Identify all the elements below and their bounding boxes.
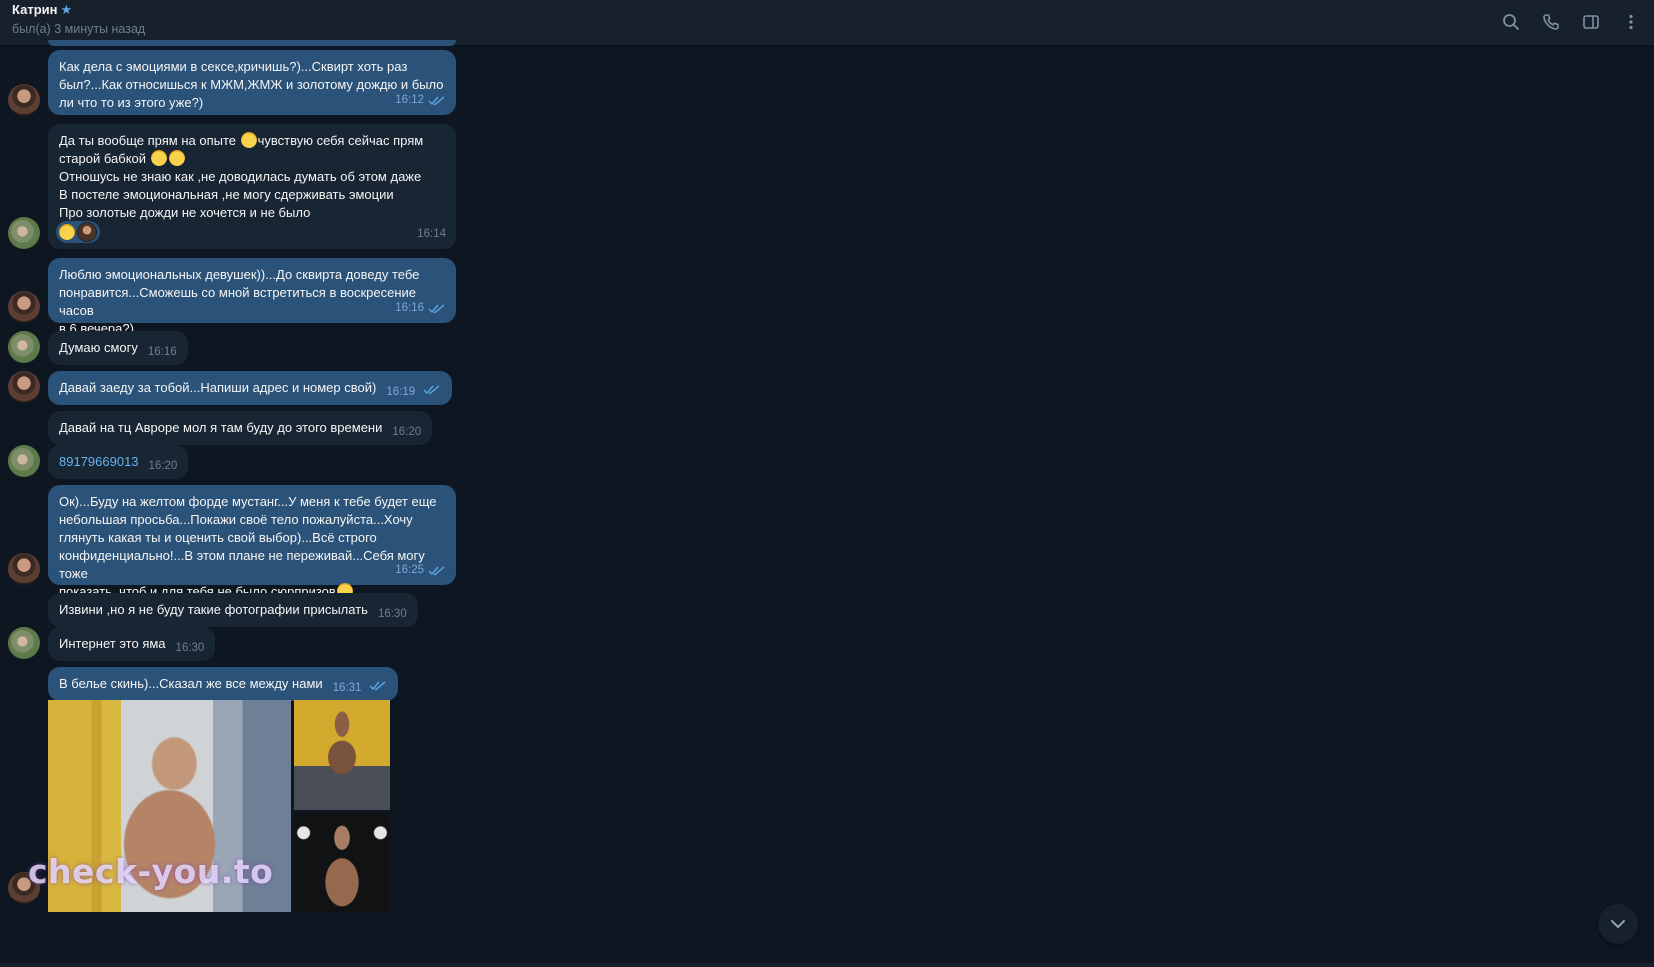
message-time: 16:20	[148, 460, 178, 472]
message-incoming[interactable]: Да ты вообще прям на опыте чувствую себя…	[48, 124, 456, 249]
message-text: Давай на тц Авроре мол я там буду до это…	[59, 420, 383, 435]
message-text: Давай заеду за тобой...Напиши адрес и но…	[59, 380, 377, 395]
message-meta: 16:25	[395, 561, 446, 579]
message-meta: 16:12	[395, 91, 446, 109]
previous-message-edge	[48, 40, 456, 46]
message-text: Да ты вообще прям на опыте чувствую себя…	[59, 132, 445, 222]
chevron-down-icon	[1611, 920, 1625, 928]
message-time: 16:25	[395, 564, 424, 576]
message-time: 16:31	[332, 682, 362, 694]
message-text: Думаю смогу	[59, 340, 138, 355]
search-icon[interactable]	[1498, 9, 1524, 35]
album-photo[interactable]	[294, 813, 390, 912]
avatar[interactable]	[8, 627, 40, 659]
double-check-icon	[428, 565, 445, 575]
contact-name[interactable]: Катрин	[12, 2, 57, 17]
avatar[interactable]	[8, 445, 40, 477]
double-check-icon	[423, 385, 440, 395]
message-outgoing[interactable]: Ок)...Буду на желтом форде мустанг...У м…	[48, 485, 456, 599]
double-check-icon	[428, 95, 445, 105]
message-reactions[interactable]	[56, 221, 100, 243]
message-time: 16:12	[395, 94, 424, 106]
composer-edge	[0, 963, 1654, 967]
reaction-avatar	[77, 222, 97, 242]
double-check-icon	[369, 681, 386, 691]
message-time: 16:20	[392, 426, 422, 438]
reaction-emoji-icon	[59, 224, 75, 240]
chat-title[interactable]: Катрин ★	[12, 2, 72, 18]
message-meta: 16:16	[395, 299, 446, 317]
last-seen-status: был(а) 3 минуты назад	[12, 22, 146, 36]
message-incoming[interactable]: Интернет это яма 16:30	[48, 627, 216, 661]
message-incoming[interactable]: Думаю смогу 16:16	[48, 331, 188, 365]
grin-emoji-icon	[240, 132, 257, 148]
phone-number-link[interactable]: 89179669013	[59, 454, 139, 469]
message-incoming[interactable]: Извини ,но я не буду такие фотографии пр…	[48, 593, 418, 627]
message-text: Люблю эмоциональных девушек))...До сквир…	[59, 267, 420, 336]
message-time: 16:30	[175, 642, 205, 654]
more-vertical-icon[interactable]	[1618, 9, 1644, 35]
message-text: В белье скинь)...Сказал же все между нам…	[59, 676, 323, 691]
message-incoming[interactable]: 89179669013 16:20	[48, 445, 189, 479]
message-outgoing[interactable]: Давай заеду за тобой...Напиши адрес и но…	[48, 371, 452, 405]
sidebar-toggle-icon[interactable]	[1578, 9, 1604, 35]
message-text: Как дела с эмоциями в сексе,кричишь?)...…	[59, 59, 444, 110]
avatar[interactable]	[8, 331, 40, 363]
watermark: check-you.to	[28, 852, 274, 891]
message-outgoing[interactable]: В белье скинь)...Сказал же все между нам…	[48, 667, 399, 701]
header-actions	[1498, 9, 1644, 35]
scroll-down-button[interactable]	[1598, 904, 1638, 944]
double-check-icon	[428, 303, 445, 313]
message-outgoing[interactable]: Как дела с эмоциями в сексе,кричишь?)...…	[48, 50, 456, 115]
sweat-smile-emoji-icon	[150, 150, 167, 166]
joy-emoji-icon	[168, 150, 185, 166]
phone-icon[interactable]	[1538, 9, 1564, 35]
avatar[interactable]	[8, 553, 40, 585]
avatar[interactable]	[8, 371, 40, 403]
message-incoming[interactable]: Давай на тц Авроре мол я там буду до это…	[48, 411, 433, 445]
message-outgoing[interactable]: Люблю эмоциональных девушек))...До сквир…	[48, 258, 456, 336]
message-text: Ок)...Буду на желтом форде мустанг...У м…	[59, 493, 445, 601]
avatar[interactable]	[8, 84, 40, 116]
message-time: 16:16	[395, 302, 424, 314]
message-text: Извини ,но я не буду такие фотографии пр…	[59, 602, 368, 617]
avatar[interactable]	[8, 217, 40, 249]
message-time: 16:14	[417, 228, 446, 240]
star-icon: ★	[60, 2, 73, 17]
avatar[interactable]	[8, 291, 40, 323]
message-time: 16:19	[386, 386, 416, 398]
message-text-part: Отношусь не знаю как ,не доводилась дума…	[59, 169, 422, 220]
message-time: 16:30	[377, 608, 407, 620]
album-photo[interactable]	[294, 700, 390, 810]
message-text-part: Да ты вообще прям на опыте	[59, 133, 240, 148]
message-text-part: Ок)...Буду на желтом форде мустанг...У м…	[59, 494, 437, 599]
message-meta: 16:14	[417, 225, 446, 243]
message-time: 16:16	[147, 346, 177, 358]
message-text: Интернет это яма	[59, 636, 166, 651]
